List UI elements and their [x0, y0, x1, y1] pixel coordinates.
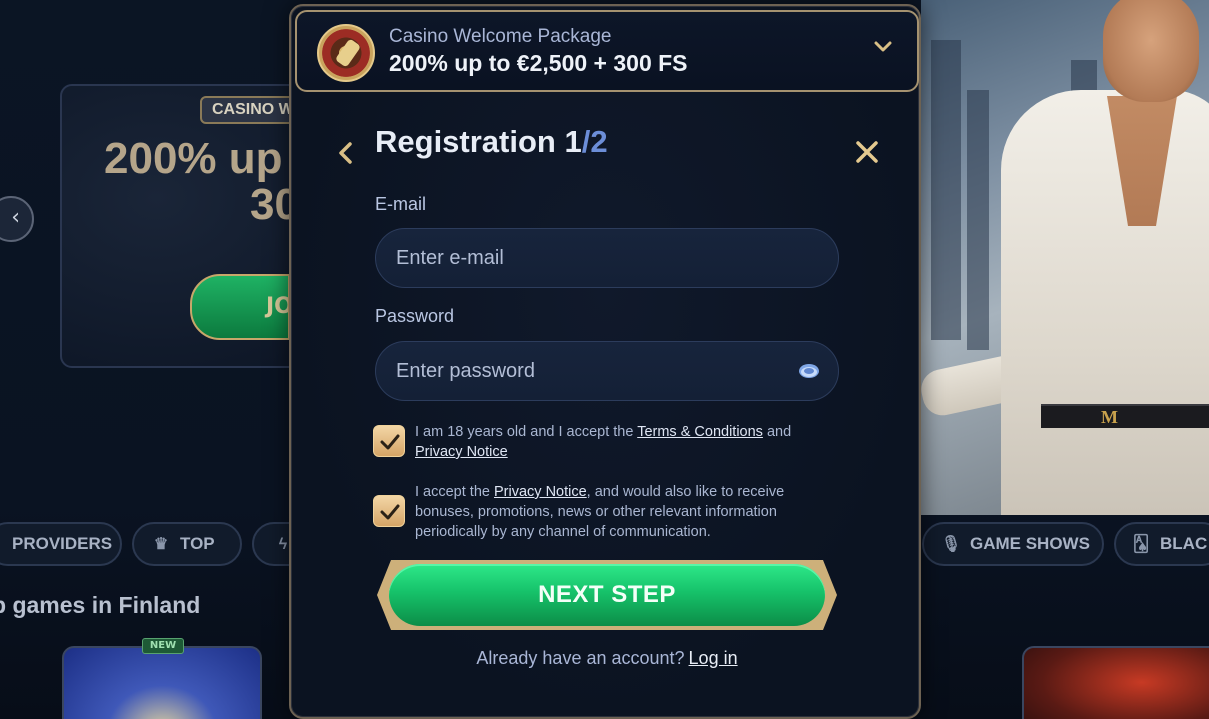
- marketing-checkbox[interactable]: [373, 495, 405, 527]
- terms-consent-text: I am 18 years old and I accept the Terms…: [415, 422, 835, 462]
- welcome-package-dropdown[interactable]: Casino Welcome Package 200% up to €2,500…: [295, 10, 919, 92]
- banner-headline: 200% up 30: [104, 136, 294, 236]
- microphone-icon: 🎙: [940, 536, 962, 553]
- email-field-wrapper: [375, 228, 839, 288]
- checkmark-icon: [380, 504, 400, 520]
- email-label: E-mail: [375, 194, 427, 214]
- category-top[interactable]: ♛ TOP: [132, 522, 242, 566]
- login-link[interactable]: Log in: [689, 648, 738, 668]
- promo-headline: 200% up to €2,500 + 300 FS: [389, 50, 688, 76]
- login-prompt-text: Already have an account?: [476, 648, 685, 668]
- next-step-label: NEXT STEP: [538, 581, 676, 608]
- email-input[interactable]: [376, 229, 838, 287]
- belt-buckle: M: [1041, 404, 1209, 428]
- checkmark-icon: [380, 434, 400, 450]
- cards-icon: 🂡: [1132, 536, 1150, 553]
- consent-text: I am 18 years old and I accept the: [415, 424, 638, 440]
- consent-text: I accept the: [415, 484, 494, 500]
- game-tile[interactable]: [1022, 646, 1209, 719]
- banner-join-button[interactable]: JO: [190, 274, 290, 340]
- new-badge: NEW: [142, 638, 184, 654]
- close-icon[interactable]: [853, 138, 881, 166]
- banner-headline-line1: 200% up: [104, 136, 283, 183]
- registration-step: 1: [564, 124, 582, 159]
- chevron-down-icon[interactable]: [873, 36, 893, 56]
- terms-checkbox[interactable]: [373, 425, 405, 457]
- marketing-consent-text: I accept the Privacy Notice, and would a…: [415, 482, 835, 542]
- show-password-icon[interactable]: [798, 362, 820, 380]
- carousel-prev-button[interactable]: ‹: [0, 196, 34, 242]
- registration-title: Registration 1/2: [375, 124, 608, 160]
- banner-headline-line2: 30: [250, 180, 294, 229]
- category-label: GAME SHOWS: [970, 534, 1090, 553]
- category-game-shows[interactable]: 🎙 GAME SHOWS: [922, 522, 1104, 566]
- registration-title-text: Registration: [375, 124, 565, 159]
- category-blackjack[interactable]: 🂡 BLAC: [1114, 522, 1209, 566]
- back-arrow-icon[interactable]: [335, 138, 357, 168]
- next-step-button[interactable]: NEXT STEP: [377, 560, 837, 630]
- registration-total: /2: [581, 124, 608, 159]
- hero-image: M: [921, 0, 1209, 515]
- password-input[interactable]: [376, 342, 838, 400]
- game-tile[interactable]: [62, 646, 262, 719]
- crown-icon: ♛: [153, 536, 169, 553]
- roulette-icon: [317, 24, 375, 82]
- category-label: BLAC: [1160, 534, 1208, 553]
- login-prompt: Already have an account? Log in: [291, 648, 923, 669]
- category-label: TOP: [180, 534, 215, 553]
- promo-subtitle: Casino Welcome Package: [389, 26, 612, 47]
- registration-modal: Casino Welcome Package 200% up to €2,500…: [289, 4, 921, 719]
- terms-link[interactable]: Terms & Conditions: [637, 424, 763, 440]
- password-field-wrapper: [375, 341, 839, 401]
- privacy-link[interactable]: Privacy Notice: [415, 444, 508, 460]
- password-label: Password: [375, 306, 455, 326]
- category-providers[interactable]: PROVIDERS: [0, 522, 122, 566]
- category-label: PROVIDERS: [12, 534, 113, 553]
- privacy-link[interactable]: Privacy Notice: [494, 484, 587, 500]
- chevron-left-icon: ‹: [11, 205, 20, 230]
- section-title: p games in Finland: [0, 592, 201, 618]
- consent-text: and: [762, 424, 792, 440]
